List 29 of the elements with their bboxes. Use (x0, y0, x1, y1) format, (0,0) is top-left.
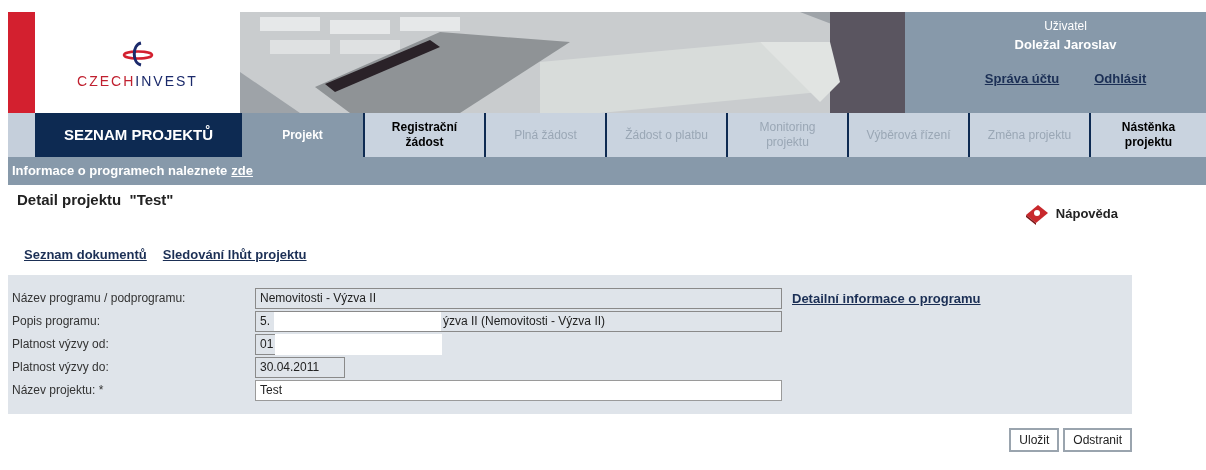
readonly-field[interactable]: Nemovitosti - Výzva II (255, 287, 782, 309)
document-link[interactable]: Sledování lhůt projektu (162, 245, 307, 265)
field-label: Název projektu: * (11, 382, 105, 399)
nav-tab[interactable]: Registrační žádost (363, 113, 484, 157)
logo-icon (121, 41, 154, 67)
field-label: Platnost výzvy do: (11, 359, 110, 376)
account-link[interactable]: Správa účtu (984, 68, 1060, 88)
user-label: Uživatel (1044, 18, 1087, 35)
logo-text: CZECH INVEST (77, 72, 198, 91)
page-title: Detail projektu "Test" (17, 190, 174, 210)
nav-tab[interactable]: Nástěnka projektu (1089, 113, 1206, 157)
input-field[interactable]: Test (255, 379, 782, 401)
readonly-field[interactable]: 01 (255, 333, 275, 355)
readonly-field[interactable]: 30.04.2011 (255, 356, 345, 378)
field-label: Název programu / podprogramu: (11, 290, 187, 307)
readonly-field[interactable]: 5. ýzva II (Nemovitosti - Výzva II) (255, 310, 782, 332)
account-link[interactable]: Odhlásit (1094, 68, 1147, 88)
document-link[interactable]: Seznam dokumentů (24, 245, 147, 265)
user-name: Doležal Jaroslav (1014, 36, 1117, 54)
help-link[interactable]: Nápověda (1023, 203, 1118, 225)
program-detail-link[interactable]: Detailní informace o programu (792, 287, 981, 309)
project-list-tab[interactable]: SEZNAM PROJEKTŮ (35, 113, 242, 157)
field-label: Platnost výzvy od: (11, 336, 110, 353)
info-text: Informace o programech naleznete (12, 162, 228, 181)
nav-spacer (8, 113, 35, 157)
book-icon (1023, 203, 1050, 225)
action-button[interactable]: Uložit (1009, 427, 1060, 452)
field-label: Popis programu: (11, 313, 102, 330)
action-button[interactable]: Odstranit (1063, 427, 1132, 452)
